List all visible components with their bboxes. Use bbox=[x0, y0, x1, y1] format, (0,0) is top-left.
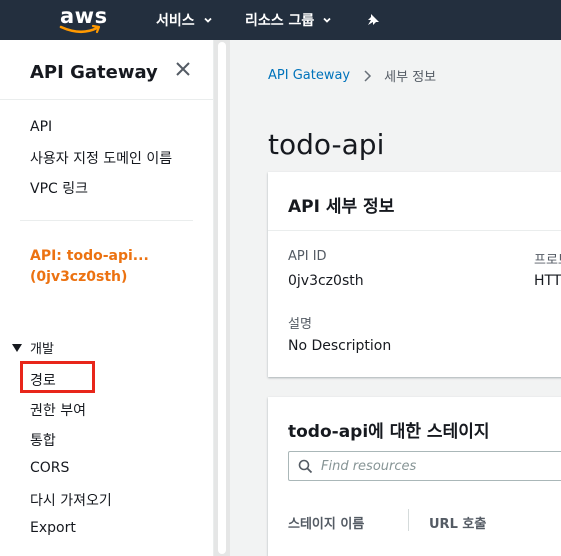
sidebar: API Gateway API 사용자 지정 도메인 이름 VPC 링크 API… bbox=[0, 40, 214, 556]
caret-down-icon bbox=[12, 343, 22, 352]
resource-groups-label: 리소스 그룹 bbox=[245, 13, 315, 29]
sidebar-item-integrations[interactable]: 통합 bbox=[30, 430, 56, 450]
sidebar-item-reimport[interactable]: 다시 가져오기 bbox=[30, 490, 112, 510]
search-field[interactable] bbox=[288, 451, 561, 481]
api-id-label: API ID bbox=[288, 249, 327, 264]
services-menu[interactable]: 서비스 bbox=[156, 0, 213, 40]
breadcrumb: API Gateway 세부 정보 bbox=[268, 66, 436, 85]
column-header-stage-name[interactable]: 스테이지 이름 bbox=[288, 513, 364, 532]
card-divider bbox=[268, 230, 561, 231]
aws-smile-icon bbox=[59, 24, 101, 34]
top-navigation-bar: aws 서비스 리소스 그룹 bbox=[0, 0, 561, 40]
chevron-down-icon bbox=[323, 17, 331, 23]
sidebar-divider bbox=[20, 220, 193, 221]
description-value: No Description bbox=[288, 338, 392, 354]
sidebar-divider bbox=[0, 99, 214, 100]
sidebar-item-api[interactable]: API bbox=[30, 119, 52, 135]
api-id-value: 0jv3cz0sth bbox=[288, 273, 364, 289]
selected-api-name: API: todo-api... bbox=[30, 248, 149, 264]
breadcrumb-current: 세부 정보 bbox=[384, 70, 437, 85]
api-details-header: API 세부 정보 bbox=[288, 197, 395, 217]
sidebar-item-custom-domains[interactable]: 사용자 지정 도메인 이름 bbox=[30, 148, 172, 168]
aws-logo[interactable]: aws bbox=[56, 4, 107, 36]
scrollbar-thumb[interactable] bbox=[218, 42, 226, 554]
sidebar-item-authorization[interactable]: 권한 부여 bbox=[30, 400, 86, 420]
stages-card: todo-api에 대한 스테이지 스테이지 이름 URL 호출 bbox=[268, 397, 561, 556]
close-icon[interactable] bbox=[174, 60, 192, 78]
sidebar-item-vpc-links[interactable]: VPC 링크 bbox=[30, 178, 88, 198]
routes-highlight-box bbox=[20, 361, 95, 393]
section-label: 개발 bbox=[30, 342, 54, 357]
search-icon bbox=[298, 459, 313, 474]
selected-api-id: (0jv3cz0sth) bbox=[30, 269, 128, 285]
resource-groups-menu[interactable]: 리소스 그룹 bbox=[245, 0, 332, 40]
pin-button[interactable] bbox=[366, 0, 380, 40]
sidebar-section-develop[interactable]: 개발 bbox=[12, 338, 54, 357]
breadcrumb-root-link[interactable]: API Gateway bbox=[268, 68, 350, 83]
sidebar-title: API Gateway bbox=[30, 62, 158, 83]
pin-icon bbox=[368, 14, 379, 25]
services-label: 서비스 bbox=[156, 13, 195, 29]
sidebar-scrollbar[interactable] bbox=[214, 40, 230, 556]
column-divider bbox=[408, 509, 409, 531]
description-label: 설명 bbox=[288, 317, 312, 332]
column-header-invoke-url[interactable]: URL 호출 bbox=[429, 513, 486, 532]
search-input[interactable] bbox=[321, 456, 561, 476]
protocol-value: HTTP bbox=[534, 273, 561, 289]
stages-header: todo-api에 대한 스테이지 bbox=[288, 422, 490, 442]
chevron-down-icon bbox=[204, 17, 212, 23]
sidebar-item-cors[interactable]: CORS bbox=[30, 460, 69, 476]
sidebar-item-export[interactable]: Export bbox=[30, 520, 76, 536]
sidebar-selected-api[interactable]: API: todo-api... (0jv3cz0sth) bbox=[30, 246, 200, 288]
page-title: todo-api bbox=[268, 128, 385, 161]
chevron-right-icon bbox=[364, 69, 372, 82]
protocol-label: 프로토 bbox=[534, 253, 561, 268]
api-details-card: API 세부 정보 API ID 0jv3cz0sth 프로토 HTTP 설명 … bbox=[268, 172, 561, 377]
